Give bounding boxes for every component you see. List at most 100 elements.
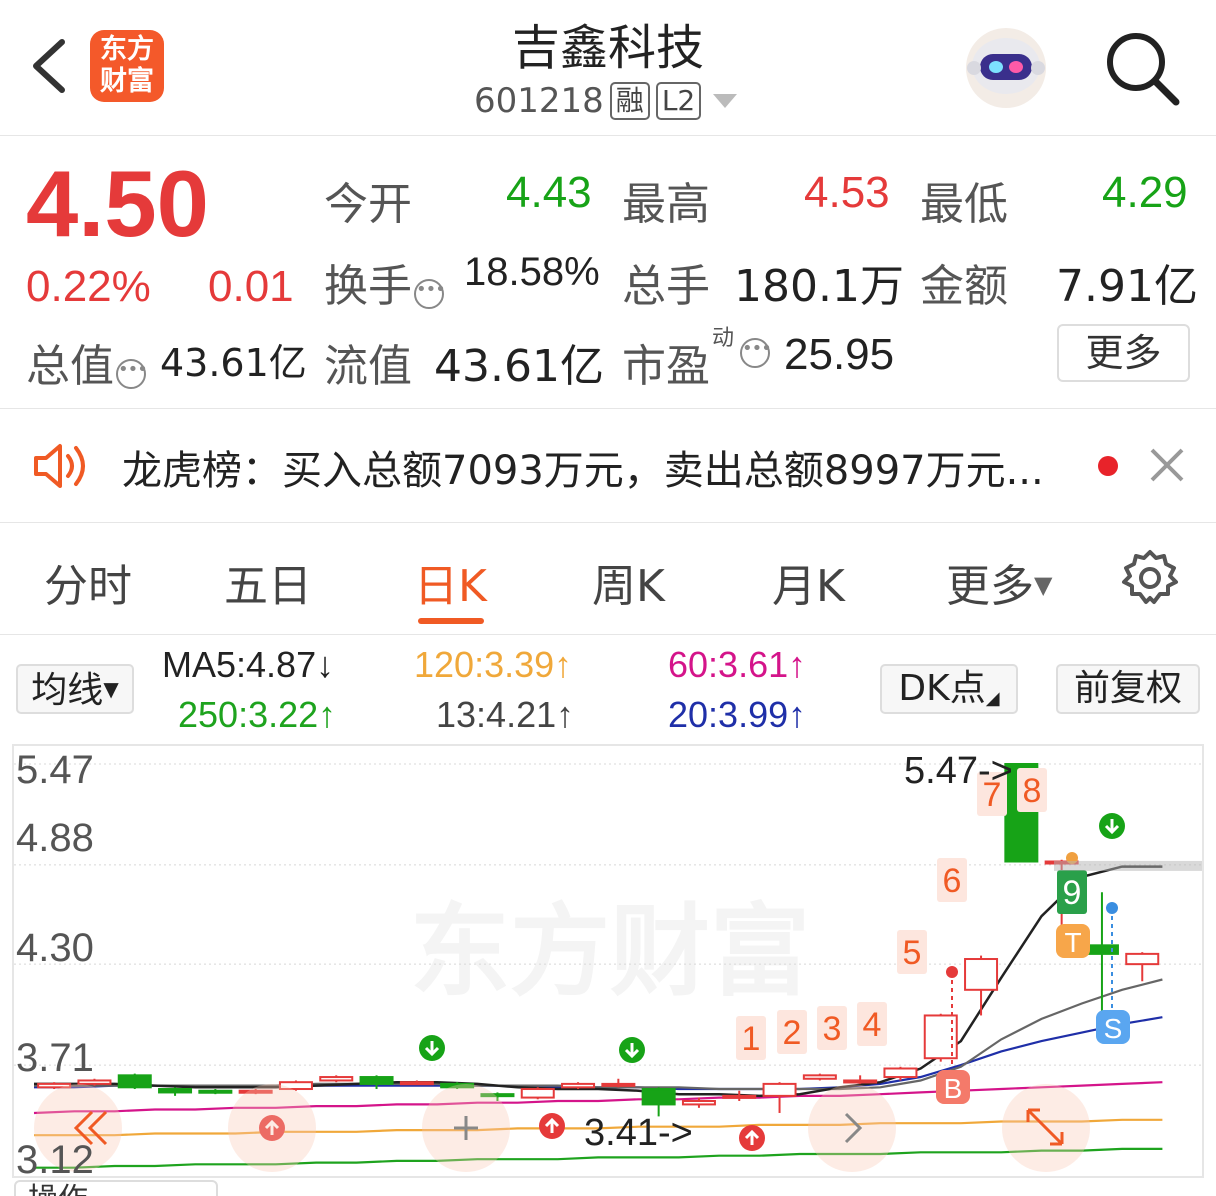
adjust-mode-button[interactable]: 前复权 — [1056, 664, 1200, 714]
unread-dot — [1098, 456, 1118, 476]
info-dots-icon[interactable]: ••• — [116, 359, 148, 389]
forward-nav-button[interactable] — [808, 1084, 896, 1172]
candle-body — [843, 1079, 878, 1084]
volume-label: 总手 — [622, 261, 710, 312]
divider — [0, 408, 1216, 409]
candle-body — [520, 1088, 555, 1099]
ma20-legend: 20:3.99↑ — [668, 694, 807, 735]
y-tick-label: 4.30 — [16, 926, 94, 970]
candle-body — [964, 958, 999, 991]
robot-assistant-icon[interactable] — [962, 26, 1050, 110]
y-tick-label: 3.71 — [16, 1036, 94, 1080]
candle-body — [158, 1088, 193, 1094]
sequence-marker: 5 — [903, 934, 922, 972]
sequence-marker: 2 — [783, 1014, 802, 1052]
stock-code: 601218 — [474, 81, 604, 121]
price-band — [1054, 860, 1202, 871]
tab-intraday[interactable]: 分时 — [44, 550, 132, 614]
candle-body — [802, 1074, 837, 1080]
bottom-tab-partial[interactable]: 操作 — [14, 1180, 218, 1196]
t-marker: T — [1064, 927, 1081, 958]
more-quote-button[interactable]: 更多 — [1057, 324, 1190, 382]
watermark: 东方财富 — [410, 893, 810, 1010]
sequence-marker: 6 — [943, 862, 962, 900]
candle-body — [681, 1099, 716, 1106]
tab-monthly-k[interactable]: 月K — [772, 550, 845, 614]
zoom-out-nav-button[interactable] — [228, 1084, 316, 1172]
kline-chart[interactable]: 东方财富 123456789BST 5.47 4.88 4.30 3.71 3.… — [12, 744, 1204, 1178]
low-annotation: 3.41-> — [584, 1112, 693, 1154]
candle-body — [883, 1067, 918, 1079]
pe-dynamic-sup: 动 — [712, 326, 735, 351]
ma20-line — [34, 1016, 1163, 1091]
volume-value: 180.1万 — [734, 261, 904, 312]
candle-body — [359, 1076, 394, 1085]
tab-five-day[interactable]: 五日 — [224, 550, 312, 614]
float-cap-value: 43.61亿 — [434, 341, 604, 392]
mktcap-value: 43.61亿 — [160, 341, 307, 385]
tab-more[interactable]: 更多▼ — [946, 550, 1052, 614]
change-percent: 0.22% — [26, 262, 151, 311]
high-label: 最高 — [622, 179, 710, 230]
amount-value: 7.91亿 — [1056, 261, 1198, 312]
dk-point-label: DK点 — [898, 668, 986, 709]
low-label: 最低 — [920, 179, 1008, 230]
buy-marker: B — [944, 1073, 963, 1104]
level2-tag: L2 — [655, 82, 702, 120]
y-tick-label: 4.88 — [16, 816, 94, 860]
sequence-marker: 3 — [823, 1010, 842, 1048]
low-value: 4.29 — [1102, 168, 1188, 217]
candle-body — [762, 1082, 797, 1097]
mktcap-label[interactable]: 总值 ••• — [26, 330, 148, 394]
close-icon[interactable] — [1146, 444, 1188, 486]
candle-body — [399, 1081, 434, 1086]
sequence-marker: 8 — [1023, 772, 1042, 810]
candle-body — [641, 1088, 676, 1106]
turnover-value: 18.58% — [464, 250, 600, 294]
info-dots-icon[interactable]: ••• — [740, 338, 772, 368]
chevron-down-icon[interactable] — [713, 94, 738, 108]
margin-tag: 融 — [609, 82, 650, 120]
current-price: 4.50 — [26, 151, 209, 256]
buy-dot — [946, 966, 958, 978]
turnover-label-text: 换手 — [324, 261, 412, 312]
amount-label: 金额 — [920, 261, 1008, 312]
corner-triangle-icon: ◢ — [985, 688, 1000, 709]
ma250-legend: 250:3.22↑ — [178, 694, 337, 735]
candle-body — [117, 1074, 152, 1089]
turnover-label[interactable]: 换手 ••• — [324, 250, 446, 314]
search-icon[interactable] — [1102, 28, 1182, 108]
pe-label[interactable]: 市盈 — [622, 330, 710, 394]
high-annotation: 5.47-> — [904, 750, 1013, 792]
ma-selector-button[interactable]: 均线▼ — [16, 664, 134, 714]
stock-code-line[interactable]: 601218 融 L2 — [474, 80, 738, 122]
dk-point-button[interactable]: DK点◢ — [880, 664, 1018, 714]
active-tab-indicator — [418, 618, 484, 624]
divider — [0, 634, 1216, 635]
pe-label-text: 市盈 — [622, 341, 710, 392]
sequence-marker: 1 — [742, 1020, 761, 1058]
candle-body — [1125, 952, 1160, 966]
ma13-legend: 13:4.21↑ — [436, 694, 575, 735]
ma5-legend: MA5:4.87↓ — [162, 644, 335, 685]
info-dots-icon[interactable]: ••• — [414, 279, 446, 309]
ma120-legend: 120:3.39↑ — [414, 644, 573, 685]
ma60-legend: 60:3.61↑ — [668, 644, 807, 685]
gear-icon[interactable] — [1120, 548, 1180, 608]
y-tick-label: 5.47 — [16, 748, 94, 792]
speaker-icon — [34, 444, 85, 488]
high-value: 4.53 — [804, 168, 890, 217]
sell-dot — [1106, 902, 1118, 914]
open-value: 4.43 — [506, 168, 592, 217]
sell-marker: S — [1104, 1013, 1123, 1044]
mktcap-label-text: 总值 — [26, 341, 114, 392]
ma-selector-label: 均线 — [31, 670, 104, 711]
dropdown-triangle-icon: ▼ — [1034, 571, 1053, 599]
news-ticker[interactable]: 龙虎榜：买入总额7093万元，卖出总额8997万元... — [122, 438, 1044, 496]
tab-daily-k[interactable]: 日K — [414, 550, 487, 614]
sequence-marker: 4 — [863, 1006, 882, 1044]
change-amount: 0.01 — [208, 262, 294, 311]
candle-body — [198, 1089, 233, 1094]
tab-weekly-k[interactable]: 周K — [592, 550, 665, 614]
sequence-marker: 9 — [1063, 874, 1082, 912]
